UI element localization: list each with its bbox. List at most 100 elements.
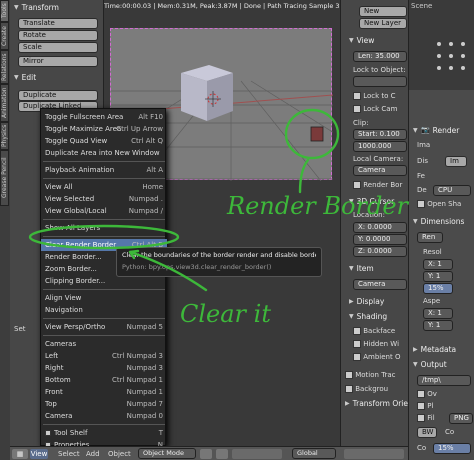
open-shading-checkbox[interactable] [417,200,425,208]
menu-item-show-all-layers[interactable]: Show All Layers [41,222,167,234]
item-header[interactable]: ▼ Item [349,264,374,273]
render-border-checkbox[interactable] [353,181,361,189]
lens-field[interactable]: Len: 35.000 [353,51,407,62]
placeholders-row[interactable]: Pl [417,402,433,410]
cursor-z-field[interactable]: Z: 0.0000 [353,246,407,257]
lock-cursor-row[interactable]: Lock to C [353,92,396,100]
pivot-icon[interactable] [216,449,228,459]
render-device-field[interactable]: CPU [433,185,471,196]
shading-header[interactable]: ▼ Shading [349,312,387,321]
menu-item-navigation[interactable]: Navigation [41,304,167,316]
overwrite-row[interactable]: Ov [417,390,437,398]
camera-field[interactable]: Camera [353,165,407,176]
clip-start-field[interactable]: Start: 0.100 [353,129,407,140]
menu-item-view-global-local[interactable]: View Global/Local Numpad / [41,205,167,217]
render-preset-field[interactable]: Ren [417,232,443,243]
metadata-header[interactable]: ▶ Metadata [413,345,456,354]
rotate-button[interactable]: Rotate [18,30,98,41]
menu-item-view-persp-ortho[interactable]: View Persp/Ortho Numpad 5 [41,321,167,333]
lock-camera-checkbox[interactable] [353,105,361,113]
menu-item-playback-animation[interactable]: Playback Animation Alt A [41,164,167,176]
outliner-scene[interactable]: Scene [411,2,432,10]
scale-button[interactable]: Scale [18,42,98,53]
tab-grease-pencil[interactable]: Grease Pencil [0,150,9,206]
dimensions-header[interactable]: ▼ Dimensions [413,217,464,226]
object-menu-button[interactable]: Object [108,450,131,458]
resolution-x-field[interactable]: X: 1 [423,259,453,270]
render-header[interactable]: ▼ 📷 Render [413,126,459,135]
background-row[interactable]: Backgrou [345,385,388,393]
menu-item-tool-shelf[interactable]: Tool Shelf T [41,427,167,439]
menu-item-duplicate-area-into-new-window[interactable]: Duplicate Area into New Window [41,147,167,159]
new-layer-button[interactable]: New Layer [359,18,407,29]
mirror-button[interactable]: Mirror [18,56,98,67]
clip-end-field[interactable]: 1000.000 [353,141,407,152]
menu-item-toggle-quad-view[interactable]: Toggle Quad View Ctrl Alt Q [41,135,167,147]
file-extensions-checkbox[interactable] [417,414,425,422]
menu-item-align-view[interactable]: Align View [41,292,167,304]
menu-checkbox[interactable] [45,430,51,436]
render-im-button[interactable]: Im [445,156,467,167]
aspect-x-field[interactable]: X: 1 [423,308,453,319]
resolution-pct-field[interactable]: 15% [423,283,453,294]
hidden-wire-checkbox[interactable] [353,340,361,348]
edit-header[interactable]: ▼ Edit [14,73,36,82]
transform-orientation-header[interactable]: ▶ Transform Orie [345,399,408,408]
lock-camera-row[interactable]: Lock Cam [353,105,397,113]
viewport-shading-icon[interactable] [200,449,212,459]
backface-row[interactable]: Backface [353,327,395,335]
bw-button[interactable]: BW [417,427,437,438]
display-header[interactable]: ▶ Display [349,297,384,306]
file-extensions-row[interactable]: Fil [417,414,435,422]
tab-create[interactable]: Create [0,22,9,50]
tab-physics[interactable]: Physics [0,122,9,150]
menu-item-right[interactable]: Right Numpad 3 [41,362,167,374]
motion-tracking-checkbox[interactable] [345,371,353,379]
item-camera-field[interactable]: Camera [353,279,407,290]
ambient-occlusion-row[interactable]: Ambient O [353,353,400,361]
orientation-dropdown[interactable]: Global [292,448,336,459]
editor-type-icon[interactable]: ▦ [12,449,28,459]
menu-item-bottom[interactable]: Bottom Ctrl Numpad 1 [41,374,167,386]
background-checkbox[interactable] [345,385,353,393]
output-path-field[interactable]: /tmp\ [417,375,471,386]
tab-animation[interactable]: Animation [0,84,9,122]
tab-tools[interactable]: Tools [0,0,9,22]
output-header[interactable]: ▼ Output [413,360,447,369]
new-button[interactable]: New [359,6,407,17]
open-shading-row[interactable]: Open Sha [417,200,461,208]
backface-checkbox[interactable] [353,327,361,335]
cursor-y-field[interactable]: Y: 0.0000 [353,234,407,245]
menu-item-top[interactable]: Top Numpad 7 [41,398,167,410]
placeholders-checkbox[interactable] [417,402,425,410]
select-menu-button[interactable]: Select [58,450,80,458]
cursor-x-field[interactable]: X: 0.0000 [353,222,407,233]
file-format-field[interactable]: PNG [449,413,473,424]
layer-buttons[interactable] [344,449,404,459]
add-menu-button[interactable]: Add [86,450,100,458]
hidden-wire-row[interactable]: Hidden Wi [353,340,399,348]
view-header[interactable]: ▼ View [349,36,374,45]
mode-dropdown[interactable]: Object Mode [138,448,196,459]
translate-button[interactable]: Translate [18,18,98,29]
overwrite-checkbox[interactable] [417,390,425,398]
ambient-occlusion-checkbox[interactable] [353,353,361,361]
tab-relations[interactable]: Relations [0,50,9,84]
menu-item-left[interactable]: Left Ctrl Numpad 3 [41,350,167,362]
transform-header[interactable]: ▼ Transform [14,3,59,12]
view-menu-button[interactable]: View [30,449,48,459]
manipulator-icons[interactable] [232,449,282,459]
menu-item-view-selected[interactable]: View Selected Numpad . [41,193,167,205]
menu-item-toggle-fullscreen-area[interactable]: Toggle Fullscreen Area Alt F10 [41,111,167,123]
compression-field[interactable]: 15% [433,443,471,454]
resolution-y-field[interactable]: Y: 1 [423,271,453,282]
aspect-y-field[interactable]: Y: 1 [423,320,453,331]
render-border-row[interactable]: Render Bor [353,181,402,189]
menu-item-cameras[interactable]: Cameras [41,338,167,350]
menu-item-camera[interactable]: Camera Numpad 0 [41,410,167,422]
motion-tracking-row[interactable]: Motion Trac [345,371,395,379]
lock-object-field[interactable] [353,76,407,87]
menu-item-front[interactable]: Front Numpad 1 [41,386,167,398]
outliner-visibility-icons[interactable] [409,12,474,92]
lock-cursor-checkbox[interactable] [353,92,361,100]
